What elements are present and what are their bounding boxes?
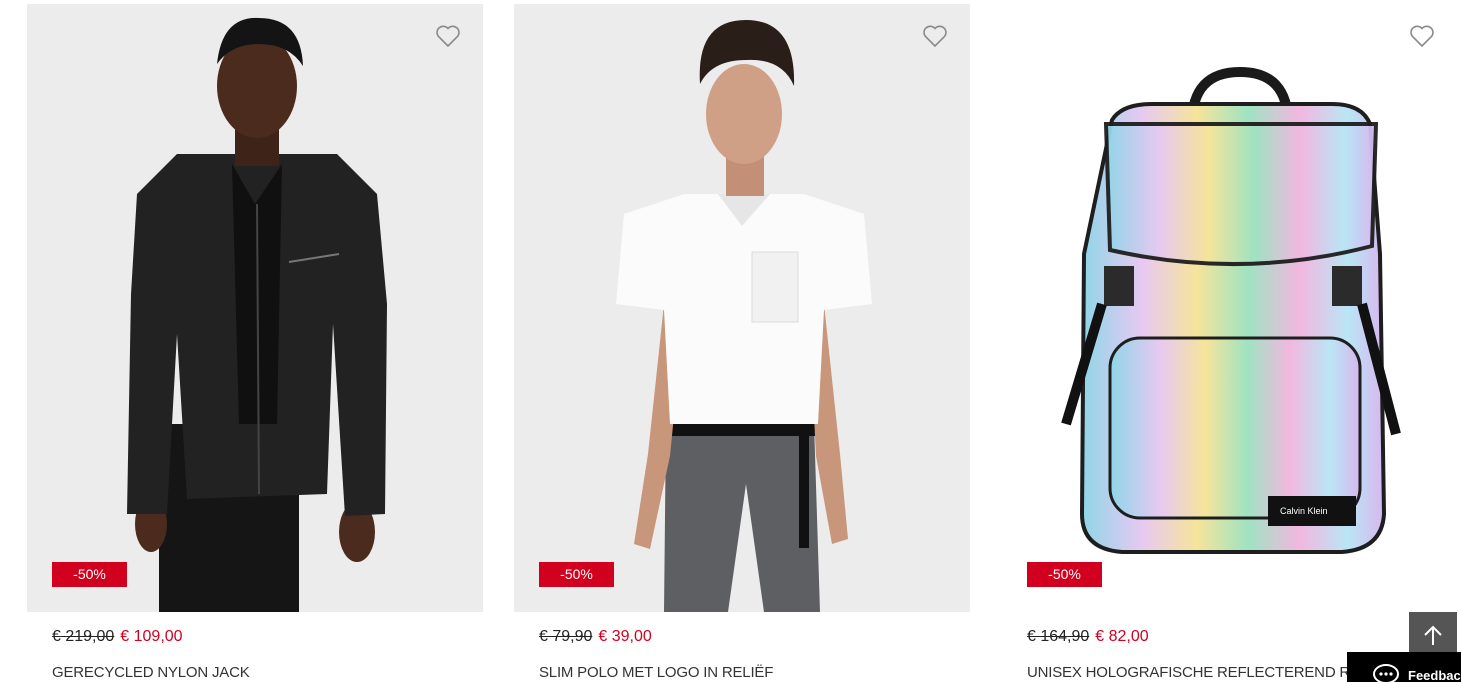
original-price: € 219,00 bbox=[52, 628, 115, 645]
price-block: € 219,00 € 109,00 bbox=[52, 628, 183, 646]
chat-bubble-icon bbox=[1373, 664, 1399, 682]
product-card[interactable]: -50% € 219,00 € 109,00 GERECYCLED NYLON J… bbox=[27, 4, 483, 682]
price-block: € 79,90 € 39,00 bbox=[539, 628, 652, 646]
feedback-label: Feedback bbox=[1408, 668, 1461, 682]
product-name-link[interactable]: GERECYCLED NYLON JACK bbox=[52, 664, 250, 681]
product-image-backpack[interactable]: Calvin Klein bbox=[1002, 4, 1457, 612]
discount-badge: -50% bbox=[1027, 562, 1102, 587]
original-price: € 79,90 bbox=[539, 628, 593, 645]
product-image-polo[interactable] bbox=[514, 4, 970, 612]
sale-price: € 39,00 bbox=[598, 628, 652, 645]
wishlist-heart-icon[interactable] bbox=[435, 24, 461, 48]
sale-price: € 82,00 bbox=[1095, 628, 1149, 645]
original-price: € 164,90 bbox=[1027, 628, 1090, 645]
feedback-button[interactable]: Feedback bbox=[1347, 652, 1461, 682]
product-card[interactable]: -50% € 79,90 € 39,00 SLIM POLO MET LOGO I… bbox=[514, 4, 970, 682]
wishlist-heart-icon[interactable] bbox=[922, 24, 948, 48]
discount-badge: -50% bbox=[539, 562, 614, 587]
product-grid: -50% € 219,00 € 109,00 GERECYCLED NYLON J… bbox=[0, 0, 1461, 682]
discount-badge: -50% bbox=[52, 562, 127, 587]
price-block: € 164,90 € 82,00 bbox=[1027, 628, 1149, 646]
product-name-link[interactable]: UNISEX HOLOGRAFISCHE REFLECTEREND RUGZAK… bbox=[1027, 664, 1367, 681]
backpack-brand-label: Calvin Klein bbox=[1280, 506, 1328, 516]
product-image-jacket[interactable] bbox=[27, 4, 483, 612]
wishlist-heart-icon[interactable] bbox=[1409, 24, 1435, 48]
sale-price: € 109,00 bbox=[120, 628, 183, 645]
product-name-link[interactable]: SLIM POLO MET LOGO IN RELIËF bbox=[539, 664, 773, 681]
product-card[interactable]: Calvin Klein -50% € 164,90 € 82,00 UNISEX… bbox=[1002, 4, 1457, 682]
